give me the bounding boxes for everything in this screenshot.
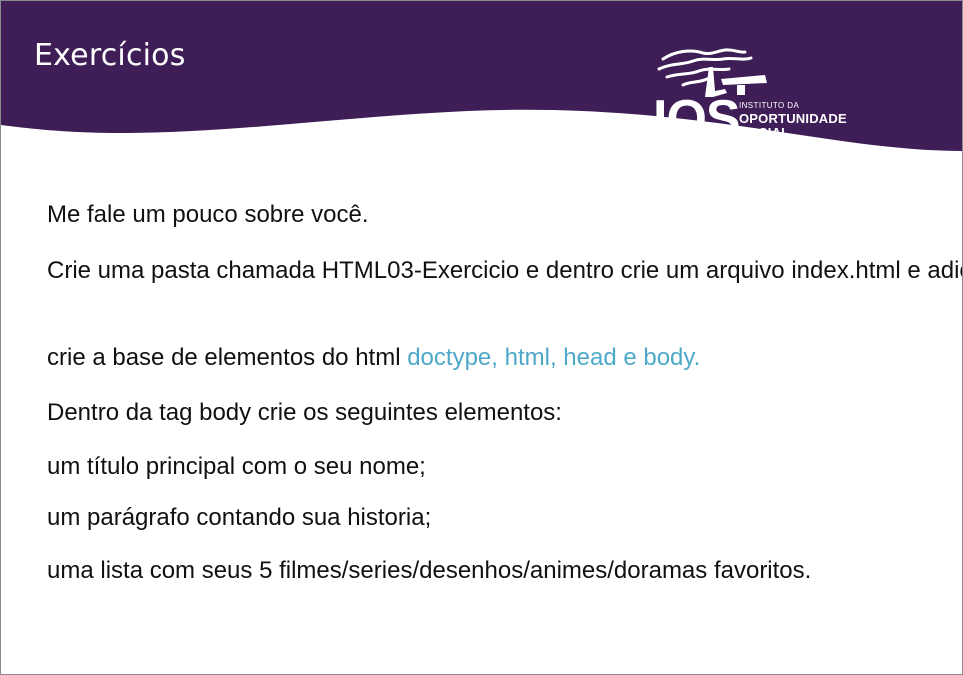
instruction-html-base-text: crie a base de elementos do html <box>47 344 408 371</box>
instruction-intro: Me fale um pouco sobre você. <box>47 201 369 228</box>
instruction-create-folder: Crie uma pasta chamada HTML03-Exercicio … <box>47 257 962 284</box>
instruction-html-base-highlight: doctype, html, head e body. <box>407 344 701 371</box>
instruction-list: uma lista com seus 5 filmes/series/desen… <box>47 557 812 584</box>
slide-title: Exercícios <box>34 38 186 73</box>
slide: Exercícios IOS INSTITUTO DA OPORTUNIDADE… <box>0 0 963 675</box>
ios-logo: IOS INSTITUTO DA OPORTUNIDADE SOCIAL <box>653 45 858 149</box>
logo-line-3: SOCIAL <box>739 125 790 140</box>
logo-acronym: IOS <box>653 90 741 148</box>
logo-line-2: OPORTUNIDADE <box>739 111 847 126</box>
logo-subtitle: INSTITUTO DA OPORTUNIDADE SOCIAL <box>739 101 847 140</box>
instruction-body-elements: Dentro da tag body crie os seguintes ele… <box>47 399 562 426</box>
logo-line-1: INSTITUTO DA <box>739 101 800 110</box>
instruction-paragraph: um parágrafo contando sua historia; <box>47 504 432 531</box>
instruction-title: um título principal com o seu nome; <box>47 453 426 480</box>
instruction-html-base: crie a base de elementos do html doctype… <box>47 341 700 375</box>
